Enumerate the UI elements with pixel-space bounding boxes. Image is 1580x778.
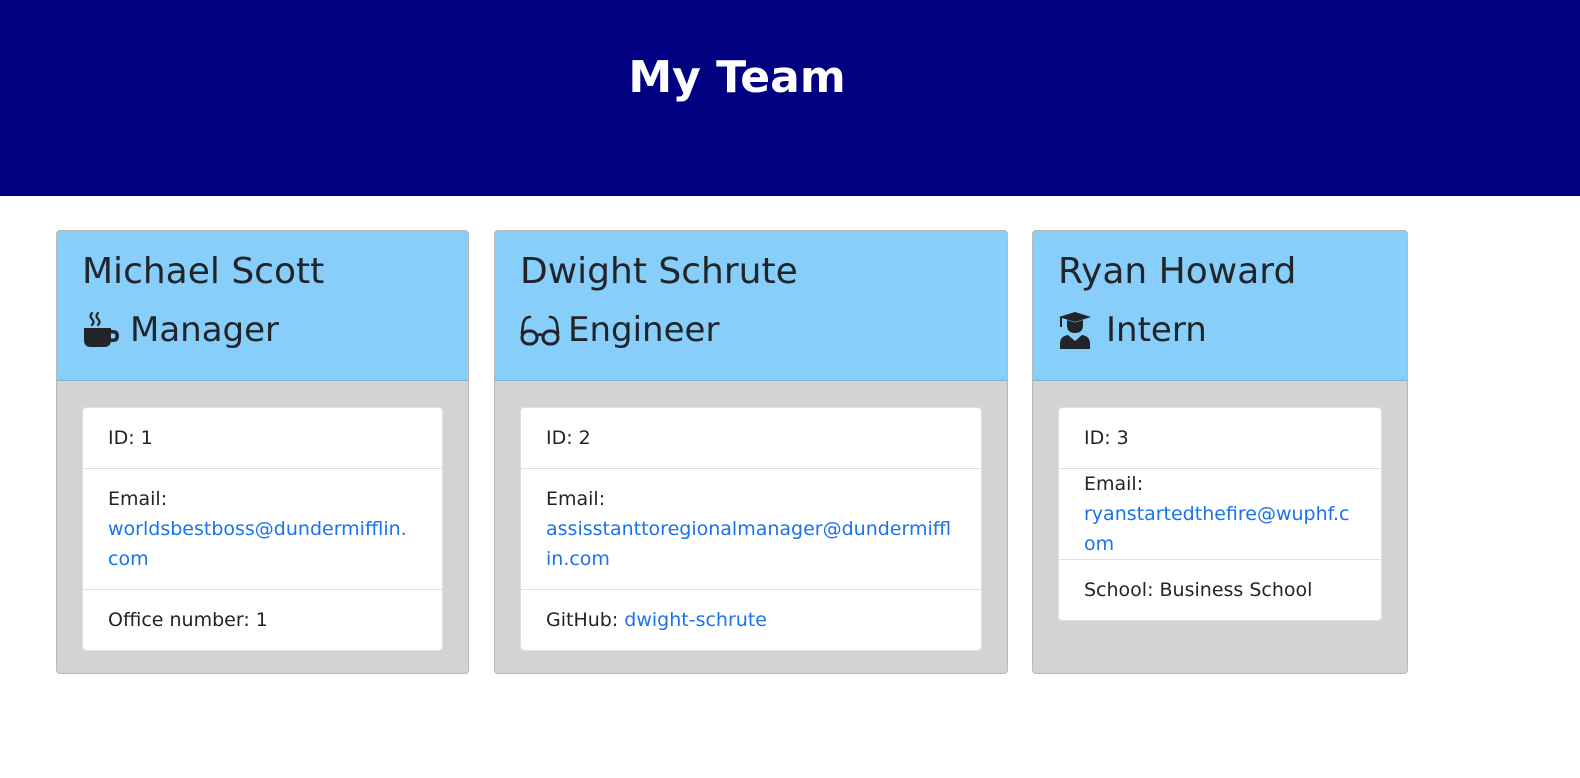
list-item-id: ID: 1: [83, 408, 442, 469]
email-link[interactable]: ryanstartedthefire@wuphf.com: [1084, 503, 1349, 555]
employee-card-intern: Ryan Howard Intern ID: 3 Email: ryanstar…: [1032, 230, 1408, 674]
card-header: Dwight Schrute Engineer: [495, 231, 1007, 381]
employee-details-list: ID: 1 Email: worldsbestboss@dundermiffli…: [82, 407, 443, 651]
email-label: Email:: [108, 488, 168, 510]
employee-name: Michael Scott: [82, 251, 325, 292]
list-item-email: Email: assisstanttoregionalmanager@dunde…: [521, 469, 981, 590]
card-header: Ryan Howard Intern: [1033, 231, 1407, 381]
school: School: Business School: [1084, 579, 1313, 601]
list-item-email: Email: ryanstartedthefire@wuphf.com: [1059, 469, 1381, 560]
employee-card-manager: Michael Scott Manager ID: 1 Email: world…: [56, 230, 469, 674]
page-title: My Team: [628, 52, 846, 103]
mug-hot-icon: [82, 311, 120, 349]
office-number: Office number: 1: [108, 609, 268, 631]
list-item-github: GitHub: dwight-schrute: [521, 590, 981, 650]
employee-id: ID: 2: [546, 427, 591, 449]
email-label: Email:: [1084, 473, 1144, 495]
employee-role-label: Engineer: [568, 310, 720, 350]
list-item-school: School: Business School: [1059, 560, 1381, 620]
list-item-id: ID: 2: [521, 408, 981, 469]
page-header: My Team: [0, 0, 1580, 196]
employee-name: Ryan Howard: [1058, 251, 1297, 292]
employee-id: ID: 3: [1084, 427, 1129, 449]
employee-role-label: Manager: [130, 310, 280, 350]
email-link[interactable]: worldsbestboss@dundermifflin.com: [108, 518, 407, 570]
employee-role: Intern: [1058, 305, 1407, 355]
glasses-icon: [520, 311, 560, 349]
list-item-email: Email: worldsbestboss@dundermifflin.com: [83, 469, 442, 590]
email-label: Email:: [546, 488, 606, 510]
employee-details-list: ID: 2 Email: assisstanttoregionalmanager…: [520, 407, 982, 651]
employee-card-engineer: Dwight Schrute Engineer ID: 2 Email: ass…: [494, 230, 1008, 674]
github-link[interactable]: dwight-schrute: [624, 609, 767, 631]
employee-name: Dwight Schrute: [520, 251, 798, 292]
github-label: GitHub:: [546, 609, 619, 631]
employee-role: Manager: [82, 305, 468, 355]
list-item-id: ID: 3: [1059, 408, 1381, 469]
employee-role: Engineer: [520, 305, 1007, 355]
card-header: Michael Scott Manager: [57, 231, 468, 381]
employee-details-list: ID: 3 Email: ryanstartedthefire@wuphf.co…: [1058, 407, 1382, 621]
email-link[interactable]: assisstanttoregionalmanager@dundermiffli…: [546, 518, 951, 570]
user-graduate-icon: [1058, 311, 1096, 349]
list-item-office-number: Office number: 1: [83, 590, 442, 650]
employee-role-label: Intern: [1106, 310, 1207, 350]
employee-id: ID: 1: [108, 427, 153, 449]
